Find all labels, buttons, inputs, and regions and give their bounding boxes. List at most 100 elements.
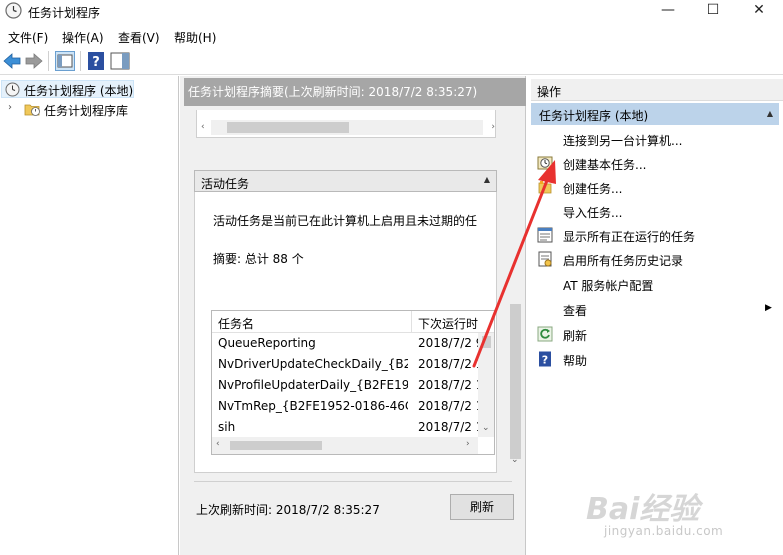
maximize-button[interactable]: ☐ [690, 0, 736, 22]
active-tasks-summary: 摘要: 总计 88 个 [213, 252, 304, 266]
action-at-service-config[interactable]: AT 服务帐户配置 [531, 272, 781, 296]
summary-pane: 任务计划程序摘要(上次刷新时间: 2018/7/2 8:35:27) ‹ › 活… [180, 76, 526, 555]
column-next-run[interactable]: 下次运行时 [418, 315, 478, 332]
menu-file[interactable]: 文件(F) [8, 29, 48, 46]
action-enable-task-history[interactable]: 启用所有任务历史记录 [531, 247, 781, 271]
back-arrow-icon[interactable] [2, 51, 22, 71]
collapse-caret-icon[interactable]: ▲ [484, 175, 490, 184]
table-row[interactable]: QueueReporting 2018/7/2 9 [212, 333, 478, 354]
table-vertical-scrollbar[interactable]: ⌄ [478, 333, 494, 437]
tree-root-label: 任务计划程序 (本地) [24, 84, 134, 98]
summary-header: 任务计划程序摘要(上次刷新时间: 2018/7/2 8:35:27) [184, 78, 526, 106]
action-import-task[interactable]: 导入任务... [531, 199, 781, 223]
table-row[interactable]: NvProfileUpdaterDaily_{B2FE19... 2018/7/… [212, 375, 478, 396]
table-row[interactable]: NvDriverUpdateCheckDaily_{B2... 2018/7/2… [212, 354, 478, 375]
help-icon[interactable]: ? [86, 51, 106, 71]
column-task-name[interactable]: 任务名 [218, 315, 254, 332]
create-task-icon [538, 181, 552, 194]
active-tasks-section-body: 活动任务是当前已在此计算机上启用且未过期的任 摘要: 总计 88 个 任务名 下… [194, 192, 497, 473]
next-run-cell: 2018/7/2 1 [418, 378, 478, 392]
next-run-cell: 2018/7/2 1 [418, 399, 478, 413]
create-basic-task-icon [537, 156, 553, 170]
tree-item-scheduler-local[interactable]: 任务计划程序 (本地) [1, 80, 134, 98]
submenu-arrow-icon: ▶ [765, 303, 772, 313]
menu-action[interactable]: 操作(A) [62, 29, 104, 46]
action-label: 导入任务... [563, 206, 623, 220]
scroll-thumb[interactable] [227, 122, 349, 133]
action-show-running-tasks[interactable]: 显示所有正在运行的任务 [531, 223, 781, 247]
action-label: AT 服务帐户配置 [563, 279, 654, 293]
next-run-cell: 2018/7/2 1 [418, 357, 478, 371]
task-name-cell: NvDriverUpdateCheckDaily_{B2... [218, 357, 408, 371]
task-name-cell: QueueReporting [218, 336, 316, 350]
action-label: 创建任务... [563, 182, 623, 196]
tree-item-task-library[interactable]: › 任务计划程序库 [8, 101, 128, 119]
action-label: 刷新 [563, 329, 588, 343]
toolbar: ? [0, 47, 783, 75]
next-run-cell: 2018/7/2 9 [418, 336, 478, 350]
menu-help[interactable]: 帮助(H) [174, 29, 216, 46]
scroll-thumb[interactable] [482, 336, 491, 348]
scroll-thumb[interactable] [510, 304, 521, 459]
baidu-jingyan-watermark: Bai经验 jingyan.baidu.com [586, 484, 776, 550]
active-tasks-table: 任务名 下次运行时 QueueReporting 2018/7/2 9 NvDr… [211, 310, 495, 455]
clock-icon [5, 82, 20, 97]
action-create-task[interactable]: 创建任务... [531, 175, 781, 199]
actions-group-scheduler-local[interactable]: 任务计划程序 (本地) ▲ [531, 103, 779, 125]
svg-text:?: ? [92, 55, 100, 70]
menu-bar: 文件(F) 操作(A) 查看(V) 帮助(H) [0, 25, 783, 46]
action-label: 帮助 [563, 354, 588, 368]
folder-clock-icon [24, 104, 40, 116]
tree-child-label: 任务计划程序库 [44, 104, 129, 118]
svg-text:?: ? [542, 354, 548, 367]
help-icon: ? [539, 351, 551, 367]
scroll-down-icon[interactable]: ⌄ [511, 455, 519, 465]
action-connect-computer[interactable]: 连接到另一台计算机... [531, 127, 781, 151]
action-refresh[interactable]: 刷新 [531, 322, 781, 346]
last-refresh-label: 上次刷新时间: 2018/7/2 8:35:27 [196, 503, 380, 517]
history-icon [538, 251, 552, 267]
pane-vertical-scrollbar[interactable]: ⌄ [508, 112, 523, 467]
scroll-down-icon[interactable]: ⌄ [482, 423, 490, 433]
action-label: 连接到另一台计算机... [563, 134, 683, 148]
section-title: 活动任务 [201, 177, 250, 191]
action-label: 显示所有正在运行的任务 [563, 230, 696, 244]
action-view[interactable]: 查看 ▶ [531, 297, 781, 321]
action-label: 创建基本任务... [563, 158, 647, 172]
window-title: 任务计划程序 [28, 6, 101, 20]
active-tasks-section-header[interactable]: 活动任务 ▲ [194, 170, 497, 192]
table-horizontal-scrollbar[interactable]: ‹ › [212, 437, 478, 454]
chevron-right-icon[interactable]: › [8, 102, 12, 113]
scroll-left-icon[interactable]: ‹ [201, 122, 205, 132]
upper-section-panel: ‹ › [196, 110, 496, 138]
actions-group-label: 任务计划程序 (本地) [539, 109, 649, 123]
task-name-cell: sih [218, 420, 236, 434]
upper-horizontal-scrollbar[interactable]: ‹ › [201, 120, 495, 135]
show-hide-console-tree-icon[interactable] [55, 51, 75, 71]
close-button[interactable]: ✕ [736, 0, 782, 22]
menu-view[interactable]: 查看(V) [118, 29, 160, 46]
next-run-cell: 2018/7/2 1 [418, 420, 478, 434]
running-tasks-icon [537, 227, 553, 243]
scroll-right-icon[interactable]: › [466, 439, 470, 449]
table-row[interactable]: NvTmRep_{B2FE1952-0186-46C... 2018/7/2 1 [212, 396, 478, 417]
action-label: 查看 [563, 304, 588, 318]
collapse-caret-icon[interactable]: ▲ [767, 109, 773, 118]
action-create-basic-task[interactable]: 创建基本任务... [531, 151, 781, 175]
task-name-cell: NvProfileUpdaterDaily_{B2FE19... [218, 378, 408, 392]
table-row[interactable]: sih 2018/7/2 1 [212, 417, 478, 438]
minimize-button[interactable]: — [645, 0, 691, 22]
scroll-left-icon[interactable]: ‹ [216, 439, 220, 449]
forward-arrow-icon[interactable] [24, 51, 44, 71]
scroll-thumb[interactable] [230, 441, 322, 450]
action-label: 启用所有任务历史记录 [563, 254, 684, 268]
watermark-url: jingyan.baidu.com [604, 524, 724, 538]
scroll-right-icon[interactable]: › [491, 122, 495, 132]
watermark-logo: Bai经验 [586, 492, 700, 527]
actions-header: 操作 [531, 79, 783, 101]
show-hide-action-pane-icon[interactable] [110, 51, 130, 71]
refresh-button[interactable]: 刷新 [450, 494, 514, 520]
refresh-icon [537, 326, 553, 342]
table-header: 任务名 下次运行时 [212, 311, 494, 333]
action-help[interactable]: ? 帮助 [531, 347, 781, 371]
